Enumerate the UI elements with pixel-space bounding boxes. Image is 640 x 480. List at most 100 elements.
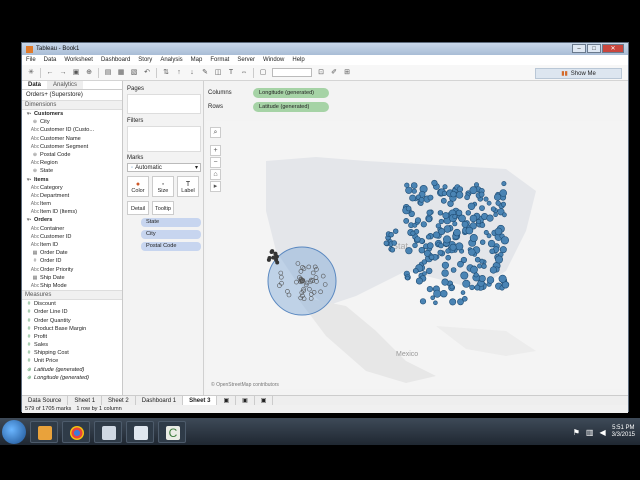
clock[interactable]: 5:51 PM 3/3/2015 <box>612 425 635 439</box>
map-mark[interactable] <box>441 269 449 277</box>
map-mark[interactable] <box>404 182 410 188</box>
map-mark[interactable] <box>481 263 487 269</box>
map-mark[interactable] <box>483 196 489 202</box>
map-mark[interactable] <box>498 274 507 283</box>
dimension-field[interactable]: Abc Customer ID <box>22 233 122 241</box>
map-mark[interactable] <box>410 182 418 189</box>
map-mark[interactable] <box>494 255 503 264</box>
measure-field[interactable]: ⊕ Longitude (generated) <box>22 374 122 382</box>
map-mark[interactable] <box>449 284 455 290</box>
map-mark[interactable] <box>500 201 506 207</box>
map-mark[interactable] <box>412 242 418 249</box>
map-mark[interactable] <box>426 267 433 275</box>
map-mark[interactable] <box>409 194 416 202</box>
map-mark[interactable] <box>427 194 434 201</box>
map-mark[interactable] <box>476 219 481 224</box>
map-mark[interactable] <box>414 217 422 224</box>
volume-icon[interactable]: ◀ <box>599 428 605 437</box>
map-mark[interactable] <box>479 205 485 211</box>
taskbar-tableau-1[interactable] <box>94 420 122 443</box>
dimension-field[interactable]: Abc Region <box>22 159 122 167</box>
map-mark[interactable] <box>455 209 463 217</box>
map-mark[interactable] <box>474 284 481 291</box>
dimension-field[interactable]: Abc Department <box>22 192 122 200</box>
menu-item-data[interactable]: Data <box>44 57 57 63</box>
menu-item-file[interactable]: File <box>26 57 36 63</box>
fix-axes-icon[interactable]: ⇔ <box>240 69 248 77</box>
show-me-button[interactable]: ▮▮ Show Me <box>535 68 622 79</box>
map-mark[interactable] <box>437 210 444 216</box>
map-mark[interactable] <box>493 212 498 217</box>
measure-field[interactable]: # Sales <box>22 341 122 349</box>
map-mark[interactable] <box>405 247 413 255</box>
pages-shelf[interactable] <box>127 94 201 114</box>
size-button[interactable]: ◦ Size <box>152 176 174 197</box>
map-mark[interactable] <box>449 298 457 306</box>
map-mark[interactable] <box>413 268 419 274</box>
dimension-field[interactable]: ⊕ State <box>22 167 122 175</box>
map-search-icon[interactable]: ⌕ <box>210 127 221 138</box>
map-mark[interactable] <box>489 266 498 274</box>
map-mark[interactable] <box>442 212 450 219</box>
map-mark[interactable] <box>433 289 442 298</box>
taskbar-chrome[interactable] <box>62 420 90 443</box>
sort-asc-icon[interactable]: ↑ <box>175 69 183 77</box>
map-mark[interactable] <box>441 190 447 196</box>
dimension-field[interactable]: Abc Category <box>22 184 122 192</box>
dimension-field[interactable]: Abc Container <box>22 225 122 233</box>
map-mark[interactable] <box>468 248 476 256</box>
selected-mark[interactable] <box>275 260 280 265</box>
zoom-in-icon[interactable]: + <box>210 145 221 156</box>
map-mark[interactable] <box>410 230 416 236</box>
sort-desc-icon[interactable]: ↓ <box>188 69 196 77</box>
map-mark[interactable] <box>467 202 476 211</box>
map-mark[interactable] <box>425 234 431 240</box>
map-mark[interactable] <box>478 191 485 198</box>
map-mark[interactable] <box>486 214 494 222</box>
duplicate-icon[interactable]: ▦ <box>117 69 125 77</box>
highlight-icon[interactable]: ✎ <box>201 69 209 77</box>
columns-shelf[interactable]: Columns Longitude (generated) <box>208 87 630 99</box>
tab-data[interactable]: Data <box>22 81 48 89</box>
group-icon[interactable]: ◫ <box>214 69 222 77</box>
map-view[interactable]: Stat Mexico © OpenStreetMap contributors… <box>206 121 626 389</box>
clear-icon[interactable]: ▧ <box>130 69 138 77</box>
map-mark[interactable] <box>441 278 449 286</box>
pen-icon[interactable]: ✐ <box>330 69 338 77</box>
map-mark[interactable] <box>452 214 458 219</box>
swap-icon[interactable]: ⇅ <box>162 69 170 77</box>
map-mark[interactable] <box>391 240 398 246</box>
labels-icon[interactable]: T <box>227 69 235 77</box>
new-story-icon[interactable]: ▣ <box>255 395 274 406</box>
presentation-icon[interactable]: ⊡ <box>317 69 325 77</box>
map-mark[interactable] <box>450 267 457 273</box>
map-mark[interactable] <box>462 279 471 288</box>
dimension-field[interactable]: Abc Item ID (Items) <box>22 208 122 216</box>
close-button[interactable]: ✕ <box>602 44 624 53</box>
tableau-logo-icon[interactable]: ✳ <box>27 69 35 77</box>
back-icon[interactable]: ← <box>46 69 54 77</box>
data-source-name[interactable]: Orders+ (Superstore) <box>22 90 122 100</box>
map-mark[interactable] <box>393 228 399 234</box>
map-mark[interactable] <box>388 231 394 238</box>
map-mark[interactable] <box>487 239 496 248</box>
map-mark[interactable] <box>477 263 483 269</box>
menu-item-analysis[interactable]: Analysis <box>160 57 182 63</box>
selected-mark[interactable] <box>270 249 275 254</box>
map-mark[interactable] <box>465 210 471 216</box>
map-mark[interactable] <box>445 254 451 261</box>
map-mark[interactable] <box>478 275 486 283</box>
dimension-field[interactable]: ▦ Ship Date <box>22 274 122 282</box>
sheet-tab-data-source[interactable]: Data Source <box>22 395 69 406</box>
measure-field[interactable]: # Order Line ID <box>22 308 122 316</box>
dimension-field[interactable]: # Order ID <box>22 257 122 265</box>
map-mark[interactable] <box>427 242 434 249</box>
selected-mark[interactable] <box>267 256 272 260</box>
menu-item-story[interactable]: Story <box>138 57 152 63</box>
network-icon[interactable]: ▥ <box>586 428 594 437</box>
new-dashboard-icon[interactable]: ▣ <box>236 395 255 406</box>
map-mark[interactable] <box>501 181 507 187</box>
menu-item-server[interactable]: Server <box>237 57 255 63</box>
map-mark[interactable] <box>411 188 417 194</box>
map-mark[interactable] <box>426 209 433 216</box>
